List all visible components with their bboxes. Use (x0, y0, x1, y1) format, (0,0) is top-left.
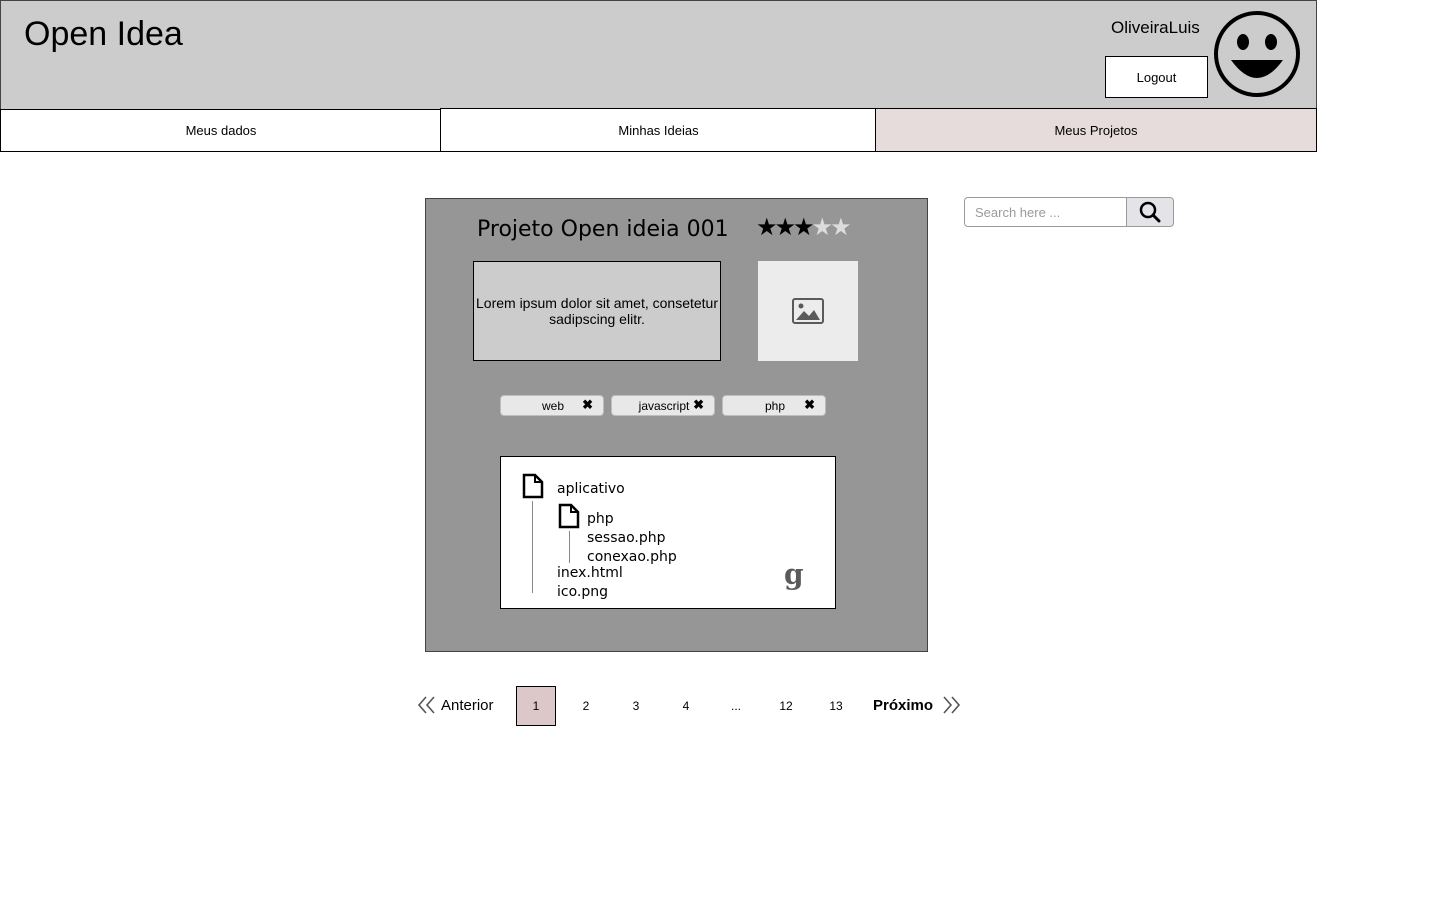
star-empty-icon[interactable]: ★ (812, 214, 833, 241)
tree-file-conexao[interactable]: conexao.php (587, 549, 677, 565)
tab-minhas-ideias[interactable]: Minhas Ideias (440, 108, 877, 152)
tab-meus-projetos[interactable]: Meus Projetos (875, 108, 1317, 152)
star-empty-icon[interactable]: ★ (830, 214, 851, 241)
double-chevron-left-icon (417, 696, 435, 714)
next-page-button[interactable]: Próximo (873, 693, 961, 717)
project-title: Projeto Open ideia 001 (477, 217, 729, 242)
tab-meus-dados[interactable]: Meus dados (0, 109, 442, 152)
tree-line (569, 531, 570, 563)
file-icon (558, 503, 580, 529)
git-icon[interactable]: g (784, 561, 804, 589)
tree-line (532, 501, 533, 593)
page-4[interactable]: 4 (666, 686, 706, 726)
username: OliveiraLuis (1111, 18, 1200, 37)
search-icon (1139, 201, 1161, 223)
project-description: Lorem ipsum dolor sit amet, consetetur s… (473, 261, 721, 361)
search-input[interactable] (964, 197, 1128, 227)
logout-button[interactable]: Logout (1105, 56, 1208, 98)
file-icon (522, 473, 544, 499)
tag-web[interactable]: web ✖ (500, 395, 604, 416)
close-icon[interactable]: ✖ (693, 397, 704, 413)
page-ellipsis: ... (730, 699, 741, 713)
next-page-label: Próximo (873, 696, 934, 714)
project-image (758, 261, 858, 361)
page-13[interactable]: 13 (816, 686, 856, 726)
tag-php[interactable]: php ✖ (722, 395, 826, 416)
project-card: Projeto Open ideia 001 ★★★★★ Lorem ipsum… (425, 198, 928, 652)
rating-stars[interactable]: ★★★★★ (756, 213, 852, 242)
image-placeholder-icon (792, 298, 824, 324)
tree-file-ico[interactable]: ico.png (557, 584, 608, 600)
tree-folder-aplicativo[interactable]: aplicativo (557, 481, 625, 497)
prev-page-button[interactable]: Anterior (417, 693, 494, 717)
star-filled-icon[interactable]: ★ (793, 214, 814, 241)
page-3[interactable]: 3 (616, 686, 656, 726)
search-button[interactable] (1126, 197, 1174, 227)
page-2[interactable]: 2 (566, 686, 606, 726)
tree-file-sessao[interactable]: sessao.php (587, 530, 666, 546)
smiley-face-icon[interactable] (1213, 10, 1301, 98)
star-filled-icon[interactable]: ★ (756, 214, 777, 241)
app-title: Open Idea (24, 15, 183, 53)
search-bar (964, 197, 1174, 227)
tag-javascript[interactable]: javascript ✖ (611, 395, 715, 416)
file-tree: aplicativo php sessao.php conexao.php in… (500, 456, 836, 609)
app-header: Open Idea OliveiraLuis Logout (0, 0, 1317, 110)
prev-page-label: Anterior (441, 696, 494, 714)
close-icon[interactable]: ✖ (804, 397, 815, 413)
page-1[interactable]: 1 (516, 686, 556, 726)
close-icon[interactable]: ✖ (582, 397, 593, 413)
tree-file-inex[interactable]: inex.html (557, 565, 623, 581)
double-chevron-right-icon (943, 696, 961, 714)
star-filled-icon[interactable]: ★ (775, 214, 796, 241)
tree-folder-php[interactable]: php (587, 511, 614, 527)
page-12[interactable]: 12 (766, 686, 806, 726)
